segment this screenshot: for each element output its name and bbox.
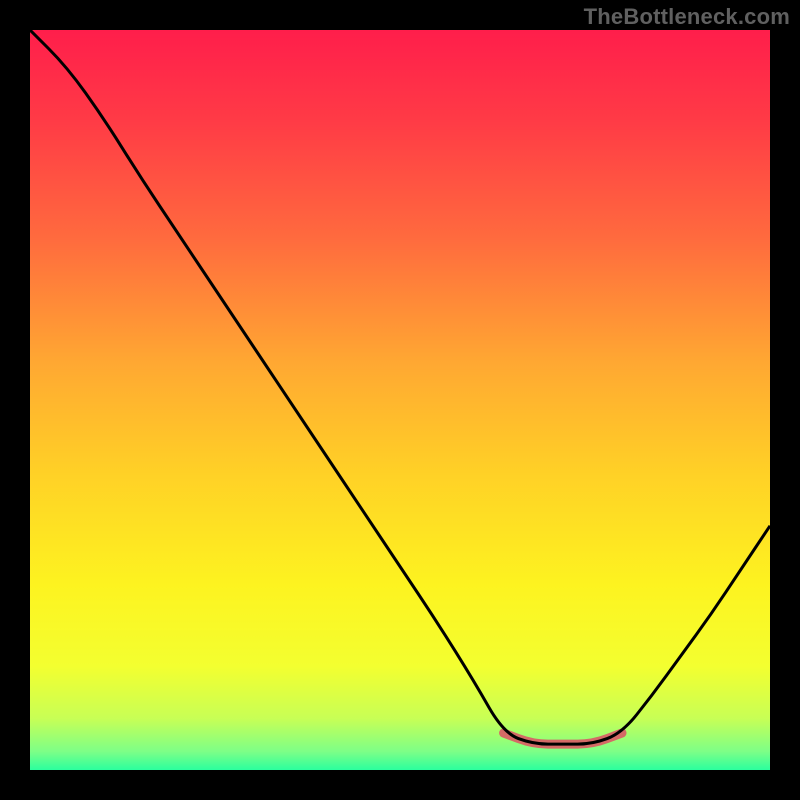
plot-area (30, 30, 770, 770)
attribution-text: TheBottleneck.com (584, 4, 790, 30)
chart-frame: TheBottleneck.com (0, 0, 800, 800)
gradient-background (30, 30, 770, 770)
bottleneck-chart (30, 30, 770, 770)
